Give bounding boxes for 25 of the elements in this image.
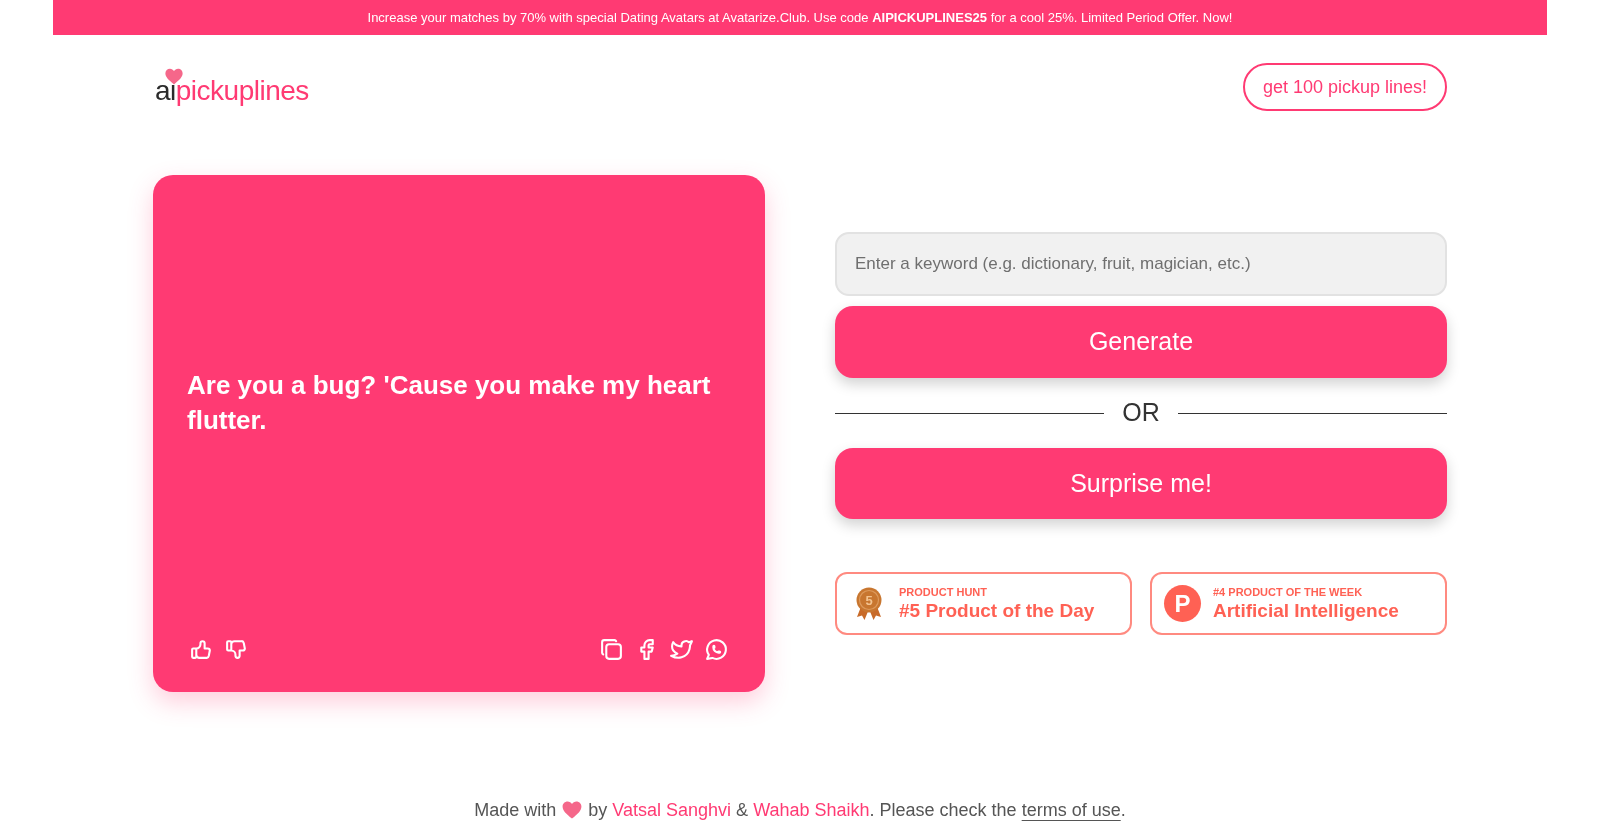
badge-title: Artificial Intelligence (1213, 598, 1399, 623)
award-badge[interactable]: 5 PRODUCT HUNT #5 Product of the Day (835, 572, 1132, 635)
terms-of-use-link[interactable]: terms of use (1021, 798, 1121, 822)
surprise-me-button[interactable]: Surprise me! (835, 448, 1447, 519)
pickup-line-text: Are you a bug? 'Cause you make my heart flutter. (187, 369, 712, 437)
or-divider-text: OR (1122, 397, 1160, 429)
author-link[interactable]: Wahab Shaikh (753, 798, 870, 822)
whatsapp-icon[interactable] (704, 637, 729, 662)
footer-credit-text: Made with by Vatsal Sanghvi & Wahab Shaikh. Please check the terms of use. (474, 798, 1126, 822)
badge-title: #5 Product of the Day (899, 598, 1095, 623)
thumbs-up-icon[interactable] (189, 637, 214, 662)
get-pickup-lines-button[interactable]: get 100 pickup lines! (1242, 63, 1447, 111)
keyword-input-field[interactable]: Enter a keyword (e.g. dictionary, fruit, magician, etc.) (835, 232, 1447, 296)
twitter-icon[interactable] (669, 637, 694, 662)
letter-logo-icon: P (1164, 585, 1201, 622)
promo-text: Increase your matches by 70% with special Dating Avatars at Avatarize.Club. Use code AIPICKUPLINES25 for a cool 25%. Limited Period Offer. Now! (367, 8, 1233, 27)
author-link[interactable]: Vatsal Sanghvi (612, 798, 732, 822)
heart-icon (562, 801, 583, 819)
logo-wordmark[interactable]: aipickuplines (155, 75, 309, 106)
badge-label: PRODUCT HUNT (899, 584, 988, 599)
badge-label: #4 PRODUCT OF THE WEEK (1213, 584, 1364, 599)
thumbs-down-icon[interactable] (224, 637, 249, 662)
award-badge[interactable]: P #4 PRODUCT OF THE WEEK Artificial Intelligence (1150, 572, 1447, 635)
generate-button[interactable]: Generate (835, 306, 1447, 378)
copy-icon[interactable] (599, 637, 624, 662)
